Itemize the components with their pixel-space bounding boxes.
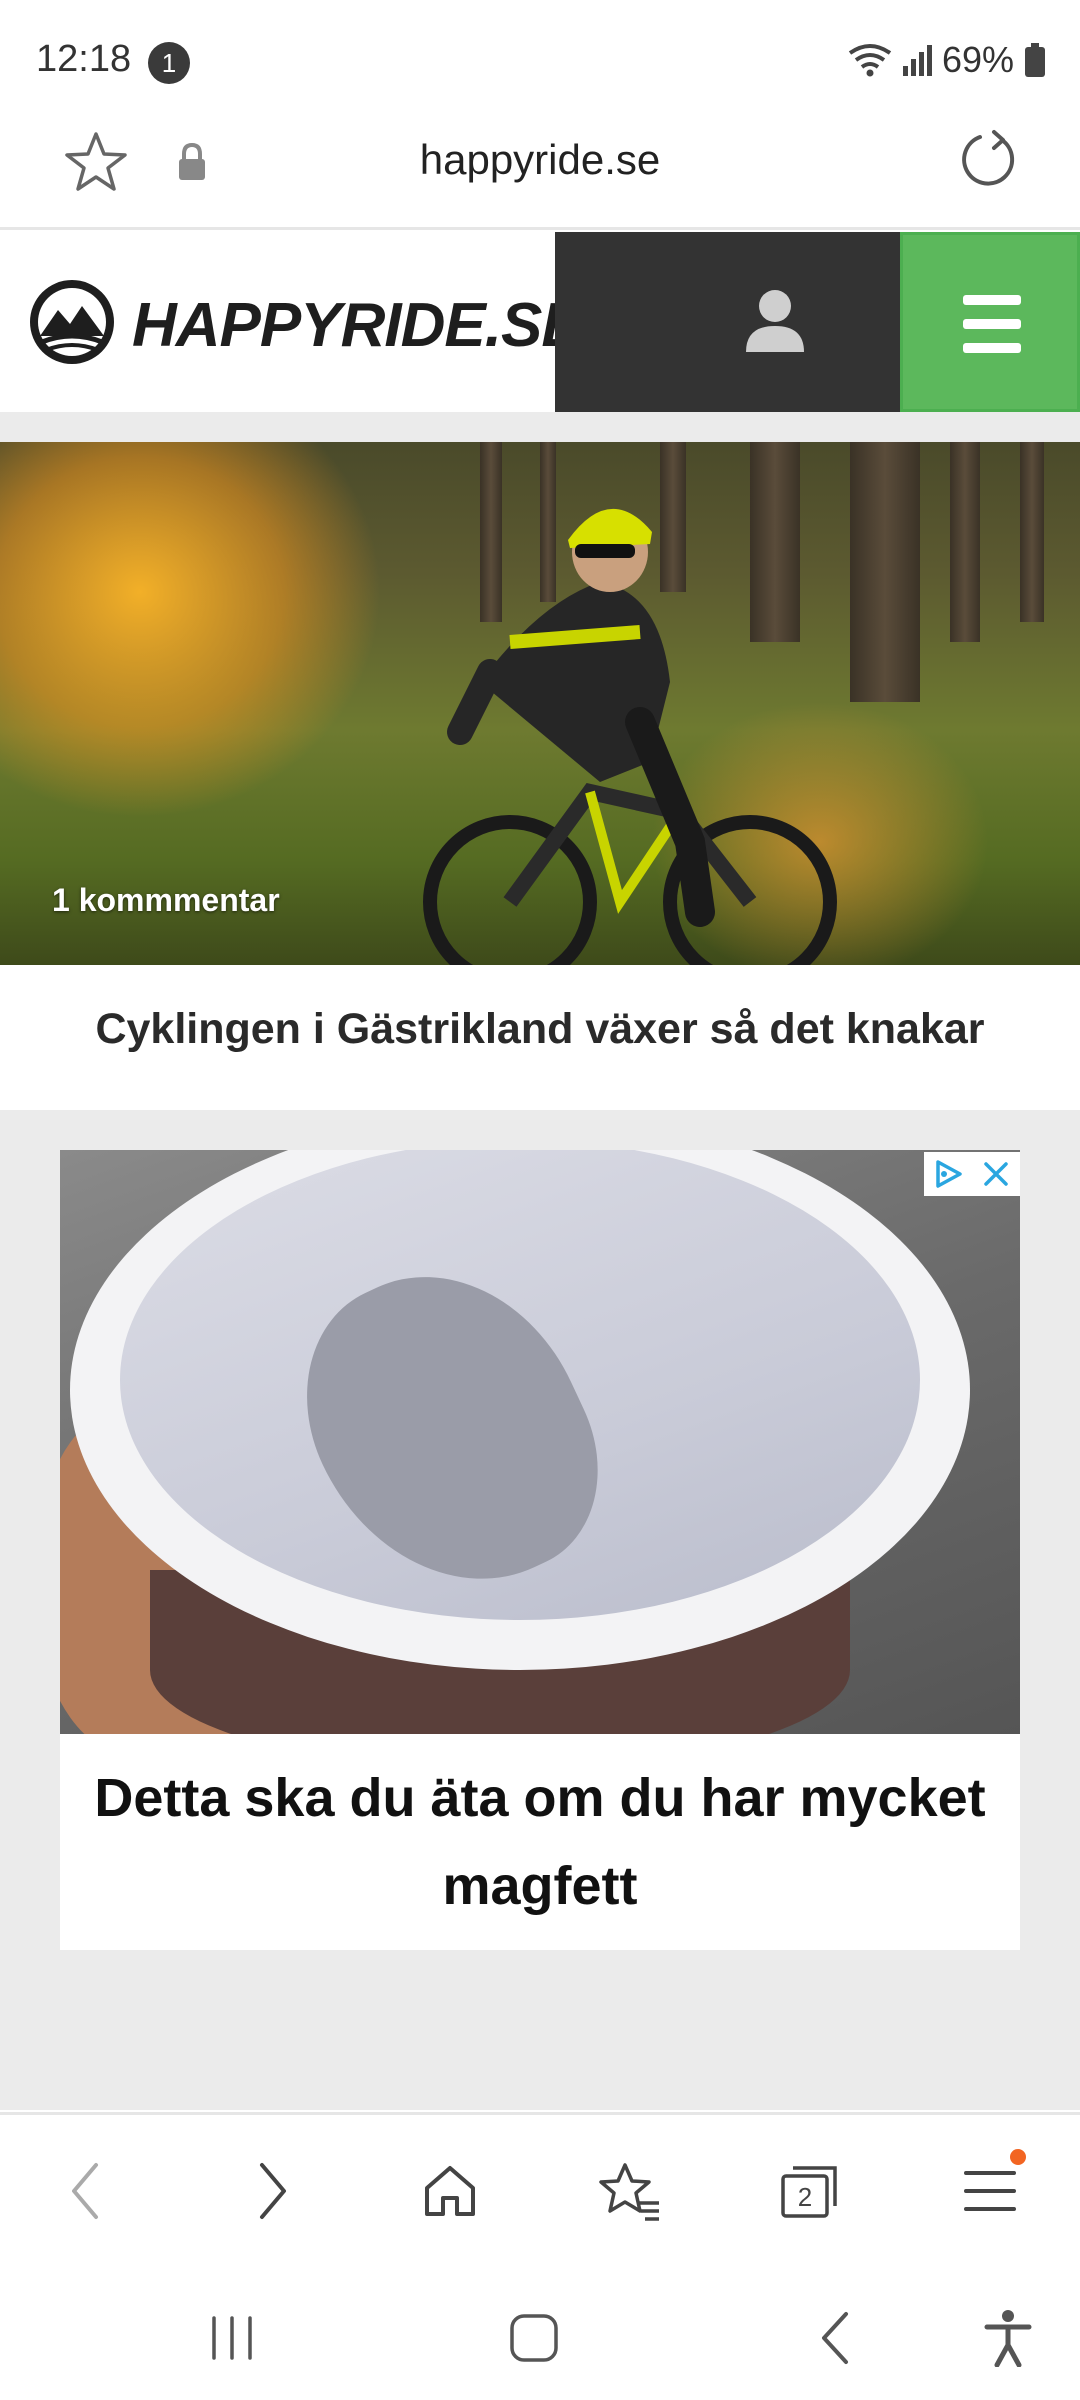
- forward-icon: [260, 2163, 286, 2219]
- close-ad-icon[interactable]: [972, 1152, 1020, 1196]
- back-nav-icon: [822, 2312, 848, 2364]
- happyride-logo-icon[interactable]: [28, 278, 116, 366]
- status-bar: 12:18 1 69%: [0, 0, 1080, 120]
- menu-icon-bar: [963, 295, 1021, 305]
- menu-icon-bar: [963, 319, 1021, 329]
- status-time: 12:18: [36, 38, 132, 80]
- home-nav-icon: [510, 2314, 558, 2362]
- hamburger-menu-button[interactable]: [900, 232, 1080, 412]
- bookmarks-icon: [599, 2163, 659, 2221]
- tree-trunk: [1020, 442, 1044, 622]
- home-icon: [425, 2166, 475, 2216]
- menu-notification-dot: [1010, 2149, 1026, 2165]
- notification-count-badge: 1: [148, 42, 190, 84]
- url-address[interactable]: happyride.se: [0, 136, 1080, 184]
- ad-image[interactable]: [60, 1150, 1020, 1734]
- article-title[interactable]: Cyklingen i Gästrikland växer så det kna…: [0, 965, 1080, 1110]
- comment-count-label[interactable]: 1 kommmentar: [52, 882, 280, 919]
- ad-container: Detta ska du äta om du har mycket magfet…: [0, 1110, 1080, 2110]
- recent-apps-icon: [212, 2316, 252, 2360]
- back-button[interactable]: [50, 2155, 122, 2227]
- article-hero-image[interactable]: 1 kommmentar: [0, 442, 1080, 965]
- user-account-icon[interactable]: [740, 286, 810, 356]
- menu-icon: [964, 2171, 1016, 2211]
- ad-card[interactable]: Detta ska du äta om du har mycket magfet…: [60, 1150, 1020, 1950]
- reload-icon[interactable]: [956, 128, 1020, 192]
- forward-button[interactable]: [236, 2155, 308, 2227]
- cyclist-figure: [423, 508, 837, 965]
- home-nav-button[interactable]: [498, 2302, 570, 2374]
- ad-choices: [924, 1152, 1020, 1196]
- recent-apps-button[interactable]: [196, 2302, 268, 2374]
- header-dark-panel: [555, 232, 900, 412]
- section-divider: [0, 412, 1080, 442]
- tree-trunk: [950, 442, 980, 642]
- battery-icon: [1025, 43, 1045, 77]
- tree-trunk: [850, 442, 920, 702]
- signal-icon: [902, 45, 932, 76]
- site-logo-text[interactable]: HAPPYRIDE.SE: [132, 290, 583, 361]
- accessibility-button[interactable]: [972, 2302, 1044, 2374]
- home-button[interactable]: [414, 2155, 486, 2227]
- bookmarks-button[interactable]: [594, 2155, 666, 2227]
- browser-bottom-toolbar: 2: [0, 2112, 1080, 2262]
- back-icon: [72, 2163, 98, 2219]
- ad-headline[interactable]: Detta ska du äta om du har mycket magfet…: [60, 1734, 1020, 1950]
- status-indicators: 69%: [848, 36, 1046, 84]
- tabs-button[interactable]: 2: [774, 2155, 846, 2227]
- tabs-count: 2: [798, 2182, 812, 2212]
- wifi-icon: [848, 44, 892, 77]
- back-nav-button[interactable]: [800, 2302, 872, 2374]
- tabs-icon: 2: [781, 2166, 837, 2218]
- system-navigation-bar: [0, 2262, 1080, 2400]
- battery-percentage: 69%: [941, 39, 1014, 80]
- menu-icon-bar: [963, 343, 1021, 353]
- site-header: HAPPYRIDE.SE: [0, 232, 1080, 412]
- accessibility-icon: [984, 2310, 1032, 2367]
- browser-url-bar: happyride.se: [0, 120, 1080, 230]
- browser-menu-button[interactable]: [954, 2149, 1026, 2227]
- adchoices-icon[interactable]: [924, 1152, 972, 1196]
